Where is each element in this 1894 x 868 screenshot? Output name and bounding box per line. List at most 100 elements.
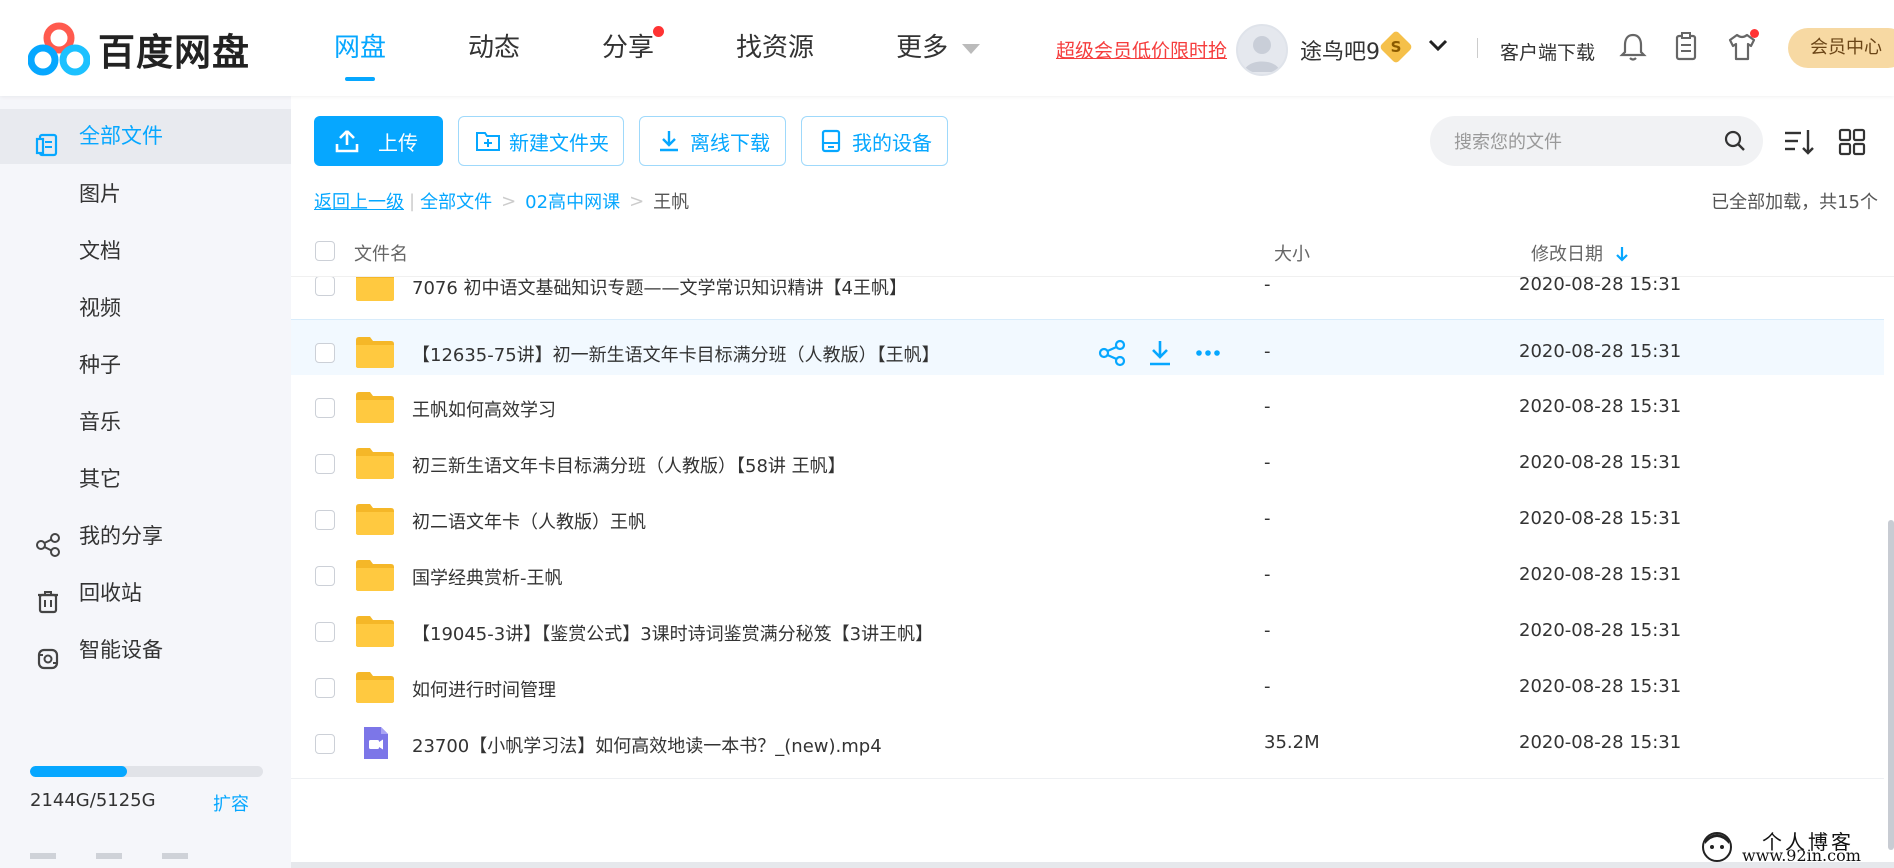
user-menu-chevron-icon[interactable] [1428,36,1448,57]
sidebar-item-music[interactable]: 音乐 [0,395,291,450]
offline-download-button[interactable]: 离线下载 [639,116,786,166]
breadcrumb-root-link[interactable]: 全部文件 [420,188,492,214]
nav-share[interactable]: 分享 [602,0,665,96]
nav-more[interactable]: 更多 [896,0,981,96]
nav-netdisk[interactable]: 网盘 [334,0,386,96]
sidebar-item-smart-devices[interactable]: 智能设备 [0,623,291,678]
upload-button-label: 上传 [378,130,418,155]
client-download-link[interactable]: 客户端下载 [1500,38,1595,65]
sidebar-item-others[interactable]: 其它 [0,452,291,507]
vip-badge-label: S [1390,38,1402,56]
file-row-checkbox[interactable] [315,454,335,474]
search-input[interactable] [1452,116,1716,168]
breadcrumb-separator: > [501,190,517,212]
sidebar-item-label: 图片 [79,182,121,206]
file-name[interactable]: 【19045-3讲】【鉴赏公式】3课时诗词鉴赏满分秘笈【3讲王帆】 [412,620,933,646]
clipboard-icon[interactable] [1669,30,1703,64]
sidebar-item-videos[interactable]: 视频 [0,281,291,336]
file-row-checkbox[interactable] [315,510,335,530]
file-name[interactable]: 初三新生语文年卡目标满分班（人教版）【58讲 王帆】 [412,452,846,478]
breadcrumb-back-link[interactable]: 返回上一级 [314,188,404,214]
watermark-face-icon [1702,832,1732,862]
vip-badge-icon: S [1379,30,1413,64]
search-icon[interactable] [1723,129,1747,153]
sidebar-item-documents[interactable]: 文档 [0,224,291,279]
sidebar-item-label: 其它 [79,467,121,491]
app-icon[interactable] [96,853,122,859]
file-row-checkbox[interactable] [315,622,335,642]
file-modified-date: 2020-08-28 15:31 [1519,564,1682,585]
file-name[interactable]: 国学经典赏析-王帆 [412,564,563,590]
bell-icon[interactable] [1616,30,1650,64]
sidebar-item-all-files[interactable]: 全部文件 [0,109,291,164]
sort-icon[interactable] [1781,124,1817,160]
file-row-checkbox[interactable] [315,678,335,698]
file-row[interactable]: 7076 初中语文基础知识专题——文学常识知识精讲【4王帆】 - 2020-08-2… [291,277,1884,321]
file-row[interactable]: 23700【小帆学习法】如何高效地读一本书？_(new).mp4 35.2M 202… [291,711,1884,779]
vip-promo-link[interactable]: 超级会员低价限时抢 [1056,36,1227,63]
my-devices-button[interactable]: 我的设备 [801,116,948,166]
folder-icon [355,558,395,592]
more-icon[interactable] [1193,338,1223,368]
file-list: 7076 初中语文基础知识专题——文学常识知识精讲【4王帆】 - 2020-08-2… [291,277,1894,868]
breadcrumb-folder-link[interactable]: 02高中网课 [525,188,620,214]
baidu-netdisk-logo[interactable]: 百度网盘 [28,22,250,76]
expand-storage-link[interactable]: 扩容 [213,790,249,816]
file-size: - [1264,620,1271,641]
horizontal-scrollbar-track [291,862,1894,868]
offline-download-button-label: 离线下载 [690,130,770,155]
scrollbar[interactable] [1888,520,1894,850]
avatar[interactable] [1236,24,1288,76]
notification-dot [653,26,665,37]
file-name[interactable]: 王帆如何高效学习 [412,396,556,422]
folder-icon [355,335,395,369]
app-icon[interactable] [162,853,188,859]
select-all-checkbox[interactable] [315,241,335,261]
file-row-checkbox[interactable] [315,734,335,754]
grid-view-icon[interactable] [1834,124,1870,160]
sidebar-item-torrents[interactable]: 种子 [0,338,291,393]
file-size: - [1264,452,1271,473]
username[interactable]: 途鸟吧9 [1300,34,1380,66]
app-icon[interactable] [30,853,56,859]
breadcrumb-current: 王帆 [653,192,690,213]
file-row-checkbox[interactable] [315,398,335,418]
sidebar-item-recycle-bin[interactable]: 回收站 [0,566,291,621]
nav-activity[interactable]: 动态 [468,0,520,96]
file-name[interactable]: 如何进行时间管理 [412,676,556,702]
nav-label: 分享 [602,33,655,63]
vip-center-button[interactable]: 会员中心 [1788,28,1894,68]
sort-desc-arrow-icon [1615,247,1628,262]
nav-find-resources[interactable]: 找资源 [736,0,814,96]
column-header-label: 修改日期 [1531,244,1603,265]
file-name[interactable]: 【12635-75讲】初一新生语文年卡目标满分班（人教版）【王帆】 [412,341,940,367]
column-header-name[interactable]: 文件名 [354,240,408,266]
device-icon [821,129,841,153]
sidebar-item-images[interactable]: 图片 [0,167,291,222]
upload-button[interactable]: 上传 [314,116,443,166]
new-folder-button[interactable]: 新建文件夹 [458,116,624,166]
file-modified-date: 2020-08-28 15:31 [1519,396,1682,417]
file-modified-date: 2020-08-28 15:31 [1519,508,1682,529]
sidebar: 全部文件 图片 文档 视频 种子 音乐 其它 我的分享 回收站 智能设备 214… [0,96,291,868]
sidebar-item-label: 视频 [79,296,121,320]
file-name[interactable]: 23700【小帆学习法】如何高效地读一本书？_(new).mp4 [412,732,882,758]
column-header-modified[interactable]: 修改日期 [1531,240,1629,266]
column-header-size[interactable]: 大小 [1274,240,1310,266]
folder-icon [355,277,395,302]
breadcrumb-separator: > [629,190,645,212]
nav-label: 找资源 [736,33,815,63]
sidebar-item-my-shares[interactable]: 我的分享 [0,509,291,564]
file-name[interactable]: 7076 初中语文基础知识专题——文学常识知识精讲【4王帆】 [412,277,907,300]
top-header: 百度网盘 网盘 动态 分享 找资源 更多 超级会员低价限时抢 途鸟吧9 S 客户… [0,0,1894,96]
shirt-icon[interactable] [1725,29,1759,64]
file-row-checkbox[interactable] [315,566,335,586]
file-modified-date: 2020-08-28 15:31 [1519,676,1682,697]
folder-icon [355,390,395,424]
download-icon[interactable] [1145,338,1175,368]
file-name[interactable]: 初二语文年卡（人教版）王帆 [412,508,646,534]
file-row-checkbox[interactable] [315,277,335,296]
share-icon[interactable] [1097,338,1127,368]
load-status-text: 已全部加载，共15个 [1711,192,1878,213]
file-row-checkbox[interactable] [315,343,335,363]
